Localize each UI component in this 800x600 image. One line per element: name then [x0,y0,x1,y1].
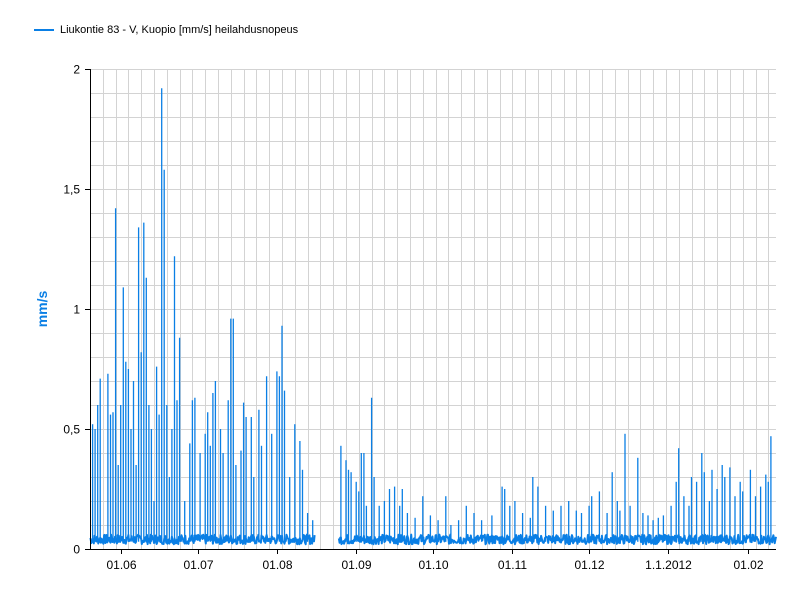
x-tick-label: 01.06 [106,558,136,572]
y-tick-label: 0 [73,543,80,557]
axes: 0 0,5 1 1,5 2 01.06 01.07 01.08 01.09 01.10 01.11 0… [63,63,776,572]
x-tick-label: 01.09 [341,558,371,572]
series-baseline-after-gap [337,533,777,546]
x-tick-label: 01.08 [262,558,292,572]
y-tick-label: 1,5 [63,183,80,197]
x-tick-label: 01.02 [733,558,763,572]
y-axis-label: mm/s [34,291,50,328]
x-tick-label: 01.11 [498,558,527,572]
x-tick-label: 1.1.2012 [645,558,692,572]
x-tick-label: 01.10 [418,558,448,572]
y-tick-label: 1 [73,303,80,317]
y-tick-label: 0,5 [63,423,80,437]
chart: 0 0,5 1 1,5 2 01.06 01.07 01.08 01.09 01.10 01.11 0… [34,63,777,572]
x-tick-label: 01.12 [574,558,604,572]
x-tick-label: 01.07 [183,558,213,572]
y-tick-label: 2 [73,63,80,77]
